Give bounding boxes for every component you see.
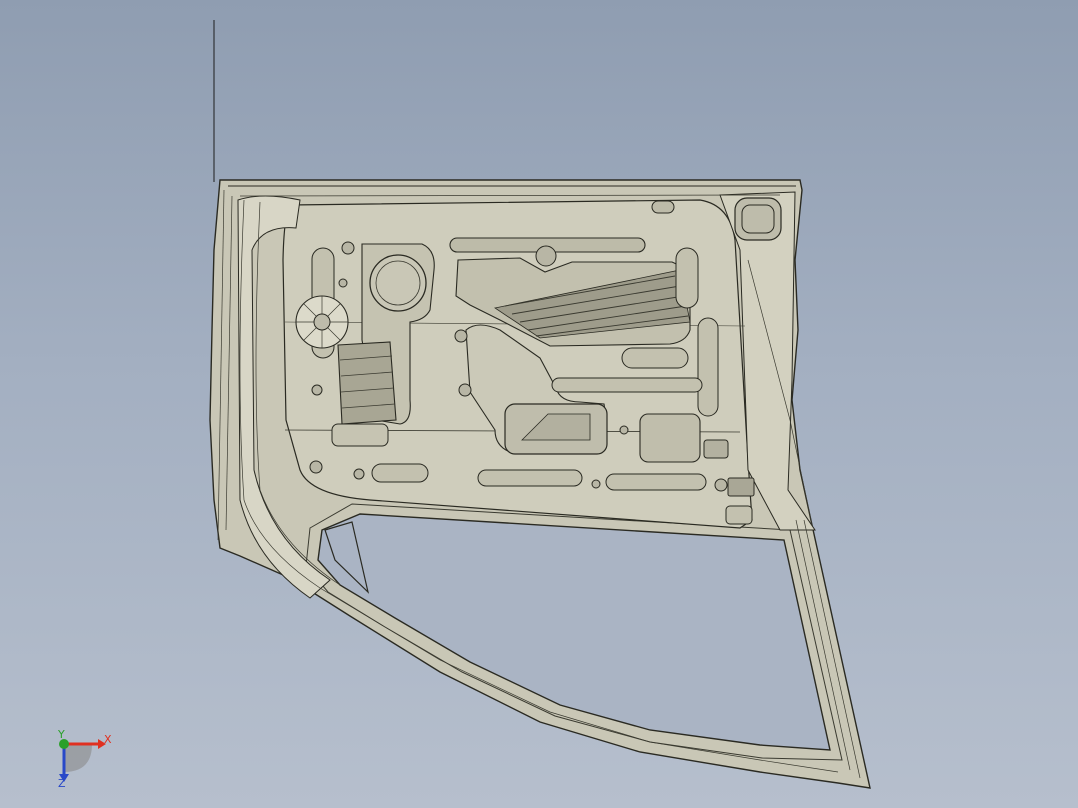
slot-mid-long [551, 377, 703, 393]
lower-left-pocket [337, 341, 397, 425]
slot-mid-right [621, 347, 689, 369]
boss-center [313, 313, 331, 331]
slot-bottom-right [605, 473, 707, 491]
bottom-tab [727, 477, 755, 497]
graphics-viewport[interactable]: X Y Z [0, 0, 1078, 808]
top-small-slot [651, 200, 675, 214]
speaker-hole [369, 254, 427, 312]
y-axis-label: Y [58, 728, 65, 741]
bottom-tab-2 [725, 505, 753, 525]
x-axis-label: X [104, 733, 112, 746]
z-axis-label: Z [58, 777, 66, 790]
slot-bottom-left [371, 463, 429, 483]
clip-square [703, 439, 729, 459]
slot-bottom-center [477, 469, 583, 487]
right-vertical-slot-2 [697, 317, 719, 417]
triad-shadow-quad [64, 744, 92, 772]
right-lower-pocket [639, 413, 701, 463]
pocket-base [331, 423, 389, 447]
door-panel-model[interactable] [0, 0, 1078, 808]
right-vertical-slot [675, 247, 699, 309]
